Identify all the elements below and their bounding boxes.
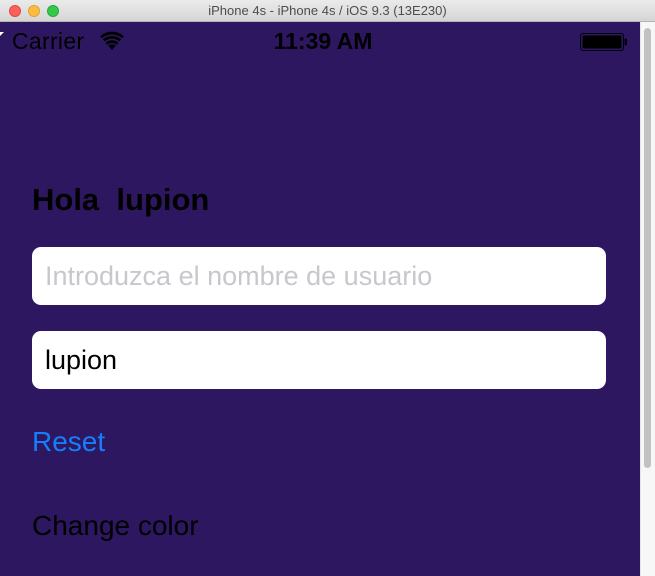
device-screen: Carrier 11:39 AM Hola lupion Reset Chang… (0, 22, 640, 576)
username-input[interactable] (32, 247, 606, 305)
window-titlebar: iPhone 4s - iPhone 4s / iOS 9.3 (13E230) (0, 0, 655, 22)
reset-button[interactable]: Reset (32, 426, 105, 458)
battery-icon (580, 33, 627, 51)
simulator-window: iPhone 4s - iPhone 4s / iOS 9.3 (13E230)… (0, 0, 655, 576)
change-color-button[interactable]: Change color (32, 510, 199, 542)
window-title: iPhone 4s - iPhone 4s / iOS 9.3 (13E230) (208, 3, 447, 18)
ios-status-bar: Carrier 11:39 AM (0, 22, 640, 62)
name-field[interactable] (32, 331, 606, 389)
scrollbar-thumb[interactable] (644, 28, 651, 468)
status-time: 11:39 AM (273, 28, 373, 54)
greeting-label: Hola lupion (32, 182, 210, 217)
window-scrollbar[interactable] (640, 22, 655, 576)
